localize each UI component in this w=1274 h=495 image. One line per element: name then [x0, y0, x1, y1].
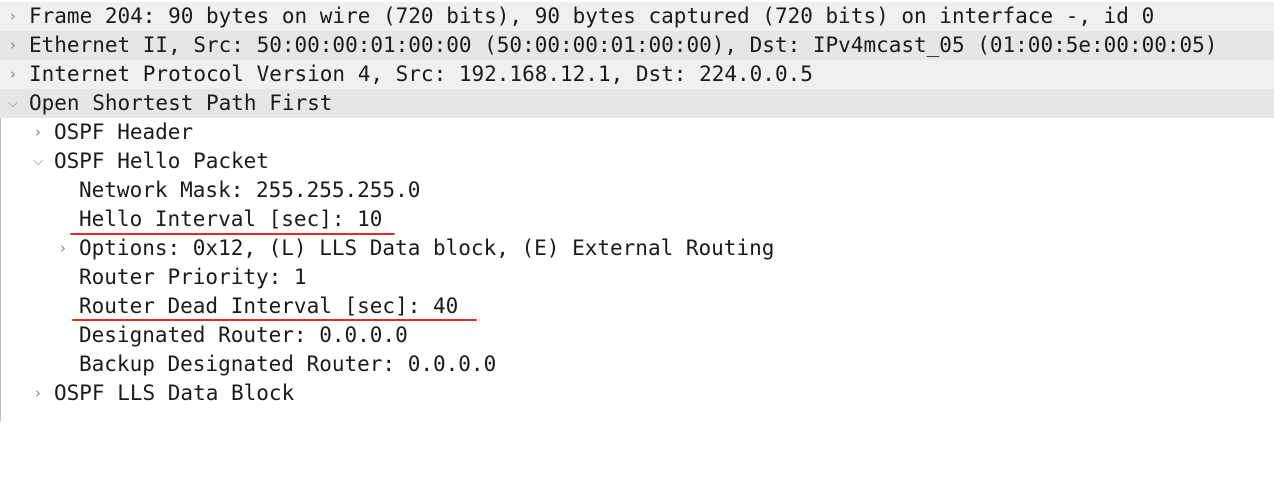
tree-label-router-priority: Router Priority: 1 [79, 265, 307, 289]
tree-label-options: Options: 0x12, (L) LLS Data block, (E) E… [79, 236, 775, 260]
tree-row-options[interactable]: › Options: 0x12, (L) LLS Data block, (E)… [0, 234, 1274, 263]
chevron-right-icon[interactable]: › [5, 60, 21, 89]
tree-label-frame: Frame 204: 90 bytes on wire (720 bits), … [29, 4, 1155, 28]
tree-row-router-priority[interactable]: Router Priority: 1 [0, 263, 1274, 292]
tree-row-backup-designated-router[interactable]: Backup Designated Router: 0.0.0.0 [0, 350, 1274, 379]
chevron-right-icon[interactable]: › [5, 31, 21, 60]
tree-label-ospf: Open Shortest Path First [29, 91, 333, 115]
tree-label-dead-interval: Router Dead Interval [sec]: 40 [79, 294, 459, 318]
chevron-right-icon[interactable]: › [5, 2, 21, 31]
tree-label-network-mask: Network Mask: 255.255.255.0 [79, 178, 421, 202]
tree-label-designated-router: Designated Router: 0.0.0.0 [79, 323, 408, 347]
chevron-right-icon[interactable]: › [55, 234, 71, 263]
tree-label-ip: Internet Protocol Version 4, Src: 192.16… [29, 62, 813, 86]
tree-row-hello-packet[interactable]: ⌵ OSPF Hello Packet [0, 147, 1274, 176]
tree-row-dead-interval[interactable]: Router Dead Interval [sec]: 40 [0, 292, 1274, 321]
tree-row-frame[interactable]: › Frame 204: 90 bytes on wire (720 bits)… [0, 2, 1274, 31]
tree-row-hello-interval[interactable]: Hello Interval [sec]: 10 [0, 205, 1274, 235]
tree-label-hello-packet: OSPF Hello Packet [54, 149, 269, 173]
tree-row-ospf-header[interactable]: › OSPF Header [0, 118, 1274, 147]
tree-label-ospf-header: OSPF Header [54, 120, 194, 144]
tree-label-hello-interval: Hello Interval [sec]: 10 [79, 207, 383, 231]
chevron-right-icon[interactable]: › [30, 379, 46, 408]
tree-row-ospf[interactable]: ⌵ Open Shortest Path First [0, 89, 1274, 118]
tree-label-lls-block: OSPF LLS Data Block [54, 381, 295, 405]
tree-row-network-mask[interactable]: Network Mask: 255.255.255.0 [0, 176, 1274, 205]
tree-label-backup-designated-router: Backup Designated Router: 0.0.0.0 [79, 352, 497, 376]
tree-row-designated-router[interactable]: Designated Router: 0.0.0.0 [0, 321, 1274, 350]
chevron-right-icon[interactable]: › [30, 118, 46, 147]
tree-label-ethernet: Ethernet II, Src: 50:00:00:01:00:00 (50:… [29, 33, 1218, 57]
tree-row-ip[interactable]: › Internet Protocol Version 4, Src: 192.… [0, 60, 1274, 89]
packet-details-tree: › Frame 204: 90 bytes on wire (720 bits)… [0, 2, 1274, 408]
chevron-down-icon[interactable]: ⌵ [5, 89, 21, 118]
tree-row-lls-block[interactable]: › OSPF LLS Data Block [0, 379, 1274, 408]
tree-row-ethernet[interactable]: › Ethernet II, Src: 50:00:00:01:00:00 (5… [0, 31, 1274, 60]
chevron-down-icon[interactable]: ⌵ [30, 147, 46, 176]
